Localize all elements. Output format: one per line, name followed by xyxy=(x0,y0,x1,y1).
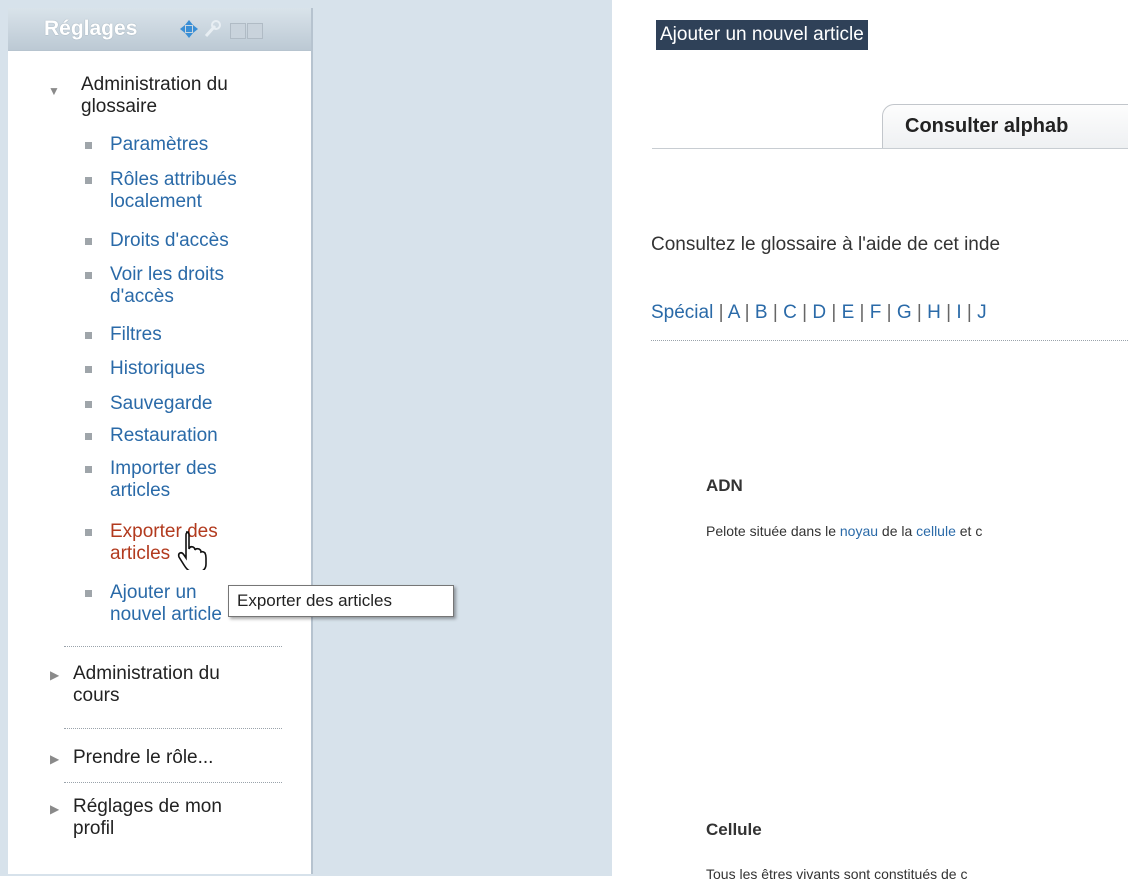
alphabet-separator xyxy=(651,340,1128,341)
item-label-line2: localement xyxy=(110,191,202,212)
move-icon[interactable] xyxy=(180,20,198,38)
tree-node-course-admin[interactable]: Administration du cours xyxy=(73,663,220,707)
bullet-icon xyxy=(85,433,92,440)
collapsed-arrow-icon[interactable]: ▶ xyxy=(50,802,59,816)
alpha-link[interactable]: C xyxy=(783,302,797,323)
item-importer[interactable]: Importer des articles xyxy=(110,458,217,502)
item-parametres[interactable]: Paramètres xyxy=(110,134,208,156)
item-historiques[interactable]: Historiques xyxy=(110,358,205,380)
item-label: Droits d'accès xyxy=(110,230,229,251)
bullet-icon xyxy=(85,142,92,149)
item-droits-acces[interactable]: Droits d'accès xyxy=(110,230,229,252)
entry-title: ADN xyxy=(706,476,743,495)
bullet-icon xyxy=(85,466,92,473)
entry-definition: Pelote située dans le noyau de la cellul… xyxy=(706,523,982,539)
alphabet-index: Spécial | A | B | C | D | E | F | G | H … xyxy=(651,302,987,323)
node-label-line2: cours xyxy=(73,685,120,706)
node-label-line2: profil xyxy=(73,818,115,839)
item-restauration[interactable]: Restauration xyxy=(110,425,218,447)
add-entry-link[interactable]: Ajouter un nouvel article xyxy=(656,20,868,50)
settings-block-header: Réglages xyxy=(8,8,311,51)
dock-icon[interactable] xyxy=(247,23,263,39)
node-label-line1: Administration du xyxy=(81,74,228,95)
settings-block-title: Réglages xyxy=(44,17,138,40)
item-label: Restauration xyxy=(110,425,218,446)
tree-node-profile-settings[interactable]: Réglages de mon profil xyxy=(73,796,222,840)
item-label: Ajouter un xyxy=(110,582,197,603)
separator xyxy=(64,646,282,647)
alpha-link[interactable]: F xyxy=(870,302,882,323)
separator xyxy=(64,728,282,729)
wrench-icon[interactable] xyxy=(203,20,221,38)
node-label-line1: Réglages de mon xyxy=(73,796,222,817)
tree-node-switch-role[interactable]: Prendre le rôle... xyxy=(73,747,213,769)
hide-icon[interactable] xyxy=(230,23,246,39)
item-label: Importer des xyxy=(110,458,217,479)
item-label: Rôles attribués xyxy=(110,169,237,190)
alpha-link[interactable]: Spécial xyxy=(651,302,713,323)
item-label-line2: d'accès xyxy=(110,286,174,307)
tooltip: Exporter des articles xyxy=(228,585,454,617)
bullet-icon xyxy=(85,238,92,245)
item-roles-attribues[interactable]: Rôles attribués localement xyxy=(110,169,237,213)
bullet-icon xyxy=(85,590,92,597)
alpha-link[interactable]: D xyxy=(812,302,826,323)
bullet-icon xyxy=(85,529,92,536)
item-sauvegarde[interactable]: Sauvegarde xyxy=(110,393,212,415)
hand-cursor-icon xyxy=(177,531,207,570)
glossary-intro-text: Consultez le glossaire à l'aide de cet i… xyxy=(651,234,1001,255)
collapsed-arrow-icon[interactable]: ▶ xyxy=(50,668,59,682)
node-label-line1: Administration du xyxy=(73,663,220,684)
entry-definition: Tous les êtres vivants sont constitués d… xyxy=(706,866,968,882)
item-label: Sauvegarde xyxy=(110,393,213,414)
alpha-link[interactable]: G xyxy=(897,302,912,323)
entry-text: et c xyxy=(955,523,983,539)
tree-node-glossary-admin[interactable]: Administration du glossaire xyxy=(81,74,228,118)
node-label-line2: glossaire xyxy=(81,96,158,117)
item-voir-droits[interactable]: Voir les droits d'accès xyxy=(110,264,224,308)
tab-label: Consulter alphab xyxy=(905,115,1069,137)
alpha-link[interactable]: H xyxy=(927,302,941,323)
item-label: Historiques xyxy=(110,358,206,379)
expanded-arrow-icon[interactable]: ▼ xyxy=(48,84,60,98)
entry-text: Pelote située dans le xyxy=(706,523,840,539)
item-label: Paramètres xyxy=(110,134,209,155)
item-label-line2: nouvel article xyxy=(110,604,222,625)
collapsed-arrow-icon[interactable]: ▶ xyxy=(50,752,59,766)
separator xyxy=(64,782,282,783)
entry-link[interactable]: noyau xyxy=(840,523,878,539)
item-ajouter[interactable]: Ajouter un nouvel article xyxy=(110,582,222,626)
item-label: Filtres xyxy=(110,324,162,345)
bullet-icon xyxy=(85,366,92,373)
tabs-underline xyxy=(652,148,1128,149)
alpha-link[interactable]: J xyxy=(977,302,987,323)
bullet-icon xyxy=(85,177,92,184)
alpha-link[interactable]: A xyxy=(728,302,740,323)
alpha-link[interactable]: B xyxy=(755,302,768,323)
item-label-line2: articles xyxy=(110,480,171,501)
bullet-icon xyxy=(85,401,92,408)
bullet-icon xyxy=(85,272,92,279)
entry-title: Cellule xyxy=(706,820,762,839)
alpha-link[interactable]: E xyxy=(842,302,855,323)
item-filtres[interactable]: Filtres xyxy=(110,324,162,346)
item-label: Voir les droits xyxy=(110,264,225,285)
node-label-line1: Prendre le rôle... xyxy=(73,747,214,768)
entry-link[interactable]: cellule xyxy=(916,523,956,539)
tab-browse-alphabet[interactable]: Consulter alphab xyxy=(882,104,1128,149)
bullet-icon xyxy=(85,332,92,339)
entry-text: de la xyxy=(878,523,917,539)
